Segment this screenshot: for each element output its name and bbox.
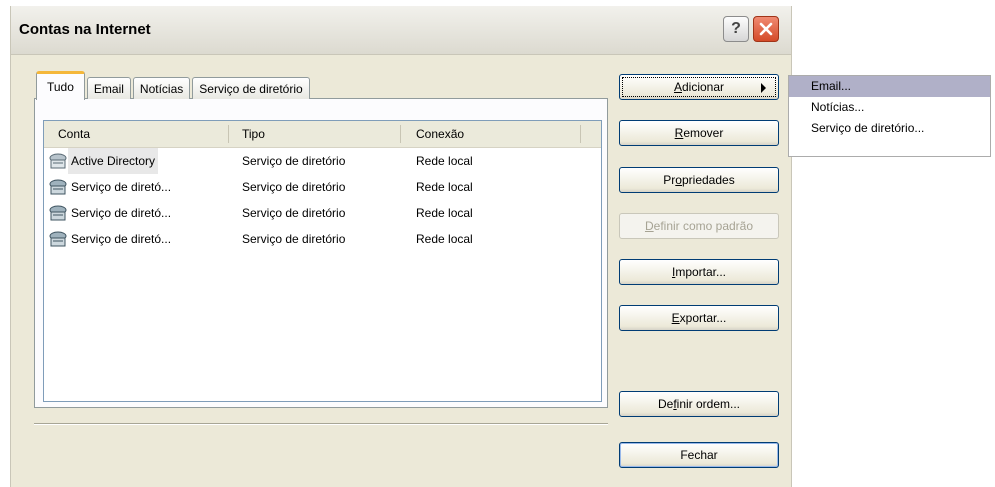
- directory-service-icon: [49, 153, 67, 169]
- table-row[interactable]: Active Directory Serviço de diretório Re…: [44, 148, 601, 174]
- account-name: Serviço de diretó...: [71, 206, 172, 220]
- button-label: Importar...: [671, 265, 727, 279]
- account-name: Active Directory: [68, 148, 159, 174]
- button-label: Adicionar: [673, 80, 725, 94]
- title-bar[interactable]: Contas na Internet ?: [11, 6, 791, 55]
- button-label: Propriedades: [663, 173, 735, 187]
- directory-service-icon: [49, 205, 67, 221]
- export-button[interactable]: Exportar...: [619, 305, 779, 331]
- button-label: Definir ordem...: [657, 397, 741, 411]
- account-type: Serviço de diretório: [242, 206, 346, 220]
- menu-item-email[interactable]: Email...: [789, 76, 990, 97]
- tab-label: Email: [93, 81, 124, 96]
- close-icon: [759, 22, 773, 36]
- tab-servico-de-diretorio[interactable]: Serviço de diretório: [192, 77, 310, 99]
- button-label: Fechar: [680, 448, 718, 462]
- tab-label: Notícias: [139, 81, 184, 96]
- list-header: Conta Tipo Conexão: [44, 121, 601, 148]
- account-name: Serviço de diretó...: [71, 232, 172, 246]
- menu-item-servico-de-diretorio[interactable]: Serviço de diretório...: [789, 118, 990, 139]
- add-submenu: Email... Notícias... Serviço de diretóri…: [788, 75, 991, 157]
- submenu-arrow-icon: [761, 83, 766, 93]
- set-default-button[interactable]: Definir como padrão: [619, 213, 779, 239]
- tab-noticias[interactable]: Notícias: [132, 77, 191, 99]
- column-header-conexao[interactable]: Conexão: [416, 121, 464, 147]
- menu-item-noticias[interactable]: Notícias...: [789, 97, 990, 118]
- set-order-button[interactable]: Definir ordem...: [619, 391, 779, 417]
- account-connection: Rede local: [416, 180, 473, 194]
- account-connection: Rede local: [416, 206, 473, 220]
- button-label: Remover: [674, 126, 724, 140]
- tab-strip: Tudo Email Notícias Serviço de diretório: [36, 70, 312, 100]
- column-divider[interactable]: [228, 125, 229, 143]
- internet-accounts-dialog: Contas na Internet ? Tudo Email Notícias…: [10, 6, 792, 487]
- account-type: Serviço de diretório: [242, 232, 346, 246]
- menu-item-label: Email...: [811, 79, 852, 93]
- directory-service-icon: [49, 179, 67, 195]
- tab-tudo[interactable]: Tudo: [36, 71, 85, 100]
- add-button[interactable]: Adicionar: [619, 74, 779, 100]
- tab-email[interactable]: Email: [86, 77, 131, 99]
- table-row[interactable]: Serviço de diretó... Serviço de diretóri…: [44, 200, 601, 226]
- account-connection: Rede local: [416, 154, 473, 168]
- tab-label: Tudo: [47, 80, 74, 94]
- table-row[interactable]: Serviço de diretó... Serviço de diretóri…: [44, 226, 601, 252]
- account-connection: Rede local: [416, 232, 473, 246]
- help-button[interactable]: ?: [723, 16, 749, 42]
- bottom-separator: [34, 423, 608, 425]
- menu-item-label: Notícias...: [811, 100, 865, 114]
- tab-label: Serviço de diretório: [199, 81, 303, 96]
- window-title: Contas na Internet: [19, 21, 151, 38]
- close-button[interactable]: [753, 16, 779, 42]
- properties-button[interactable]: Propriedades: [619, 167, 779, 193]
- import-button[interactable]: Importar...: [619, 259, 779, 285]
- button-label: Exportar...: [671, 311, 727, 325]
- help-icon: ?: [731, 20, 741, 37]
- account-type: Serviço de diretório: [242, 180, 346, 194]
- accounts-list[interactable]: Conta Tipo Conexão Active Directory Serv…: [43, 120, 602, 402]
- table-row[interactable]: Serviço de diretó... Serviço de diretóri…: [44, 174, 601, 200]
- directory-service-icon: [49, 231, 67, 247]
- button-label: Definir como padrão: [644, 219, 754, 233]
- remove-button[interactable]: Remover: [619, 120, 779, 146]
- close-dialog-button[interactable]: Fechar: [619, 442, 779, 468]
- account-type: Serviço de diretório: [242, 154, 346, 168]
- column-header-tipo[interactable]: Tipo: [242, 121, 265, 147]
- column-divider[interactable]: [400, 125, 401, 143]
- menu-item-label: Serviço de diretório...: [811, 121, 925, 135]
- column-header-conta[interactable]: Conta: [58, 121, 90, 147]
- account-name: Serviço de diretó...: [71, 180, 172, 194]
- column-divider[interactable]: [580, 125, 581, 143]
